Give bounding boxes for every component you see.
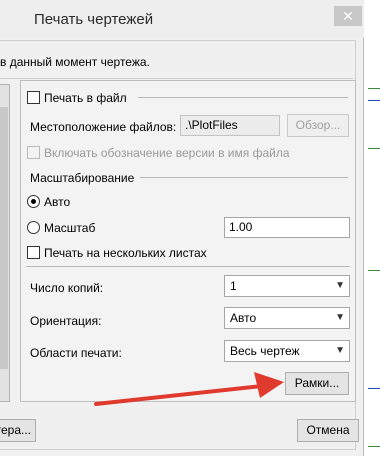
annotation-arrow [94,372,284,406]
